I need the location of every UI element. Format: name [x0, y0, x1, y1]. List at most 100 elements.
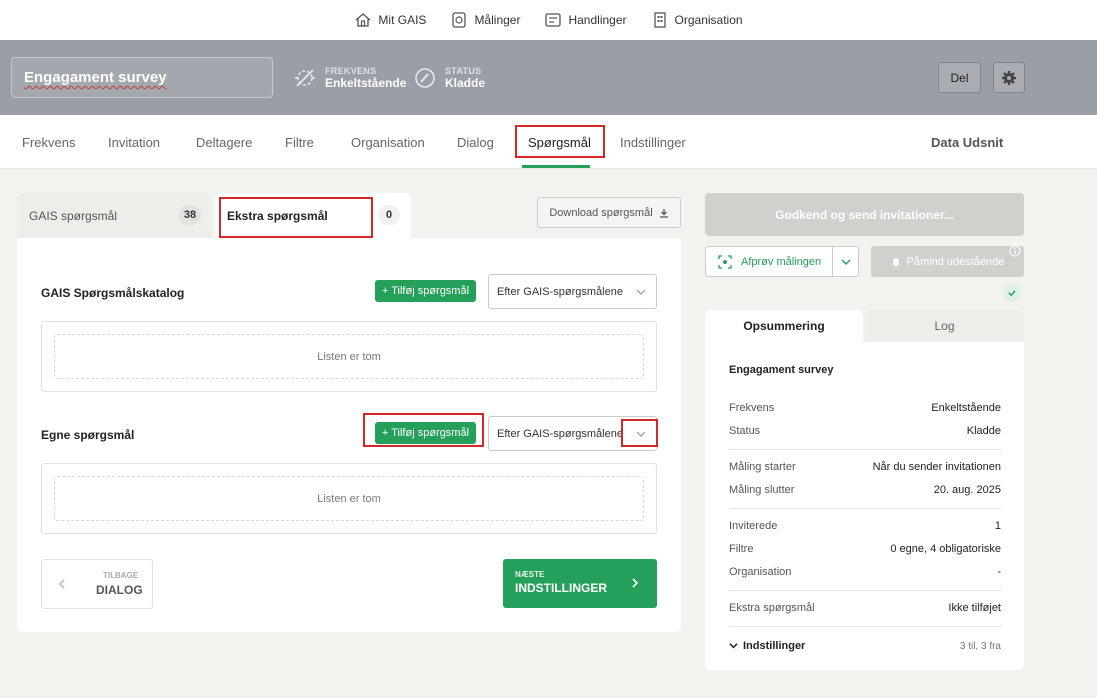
survey-title-input[interactable]: Engagament survey	[11, 57, 273, 98]
nav-item-label: Handlinger	[568, 13, 627, 27]
survey-icon	[452, 12, 467, 28]
select-value: Efter GAIS-spørgsmålene	[497, 427, 623, 440]
count-badge: 0	[378, 205, 400, 225]
summary-value: Kladde	[966, 425, 1001, 437]
tab-deltagere[interactable]: Deltagere	[196, 135, 252, 150]
tab-summary[interactable]: Opsummering	[705, 310, 863, 342]
status-label: STATUS	[445, 66, 482, 76]
summary-row: Filtre 0 egne, 4 obligatoriske	[729, 543, 1001, 555]
settings-button[interactable]	[993, 62, 1025, 93]
summary-key: Ekstra spørgsmål	[729, 602, 815, 614]
nav-item-handlinger[interactable]: Handlinger	[544, 11, 627, 29]
frequency-icon	[295, 69, 315, 87]
chevron-left-icon	[59, 579, 65, 589]
divider	[729, 508, 1001, 509]
data-extract-link[interactable]: Data Udsnit	[931, 135, 1003, 150]
next-settings-button[interactable]: NÆSTE INDSTILLINGER	[503, 559, 657, 608]
tab-filtre[interactable]: Filtre	[285, 135, 314, 150]
bell-icon	[891, 258, 900, 267]
summary-value: 0 egne, 4 obligatoriske	[890, 543, 1001, 555]
empty-list-placeholder: Listen er tom	[54, 476, 644, 521]
settings-expander[interactable]: Indstillinger 3 til, 3 fra	[729, 639, 1001, 652]
summary-value: 20. aug. 2025	[933, 484, 1001, 496]
remind-outstanding-button[interactable]: Påmind udestående	[871, 245, 1024, 277]
summary-row: Organisation -	[729, 566, 1001, 578]
tab-frekvens[interactable]: Frekvens	[22, 135, 75, 150]
catalog-title: GAIS Spørgsmålskatalog	[41, 286, 185, 300]
back-big-label: DIALOG	[96, 583, 143, 597]
count-badge: 38	[179, 205, 201, 225]
tab-invitation[interactable]: Invitation	[108, 135, 160, 150]
approve-send-button[interactable]: Godkend og send invitationer...	[705, 193, 1024, 236]
divider	[729, 449, 1001, 450]
own-questions-title: Egne spørgsmål	[41, 428, 135, 442]
home-icon	[355, 13, 371, 27]
tab-log[interactable]: Log	[865, 310, 1024, 342]
download-icon	[659, 208, 668, 218]
settings-expander-label-wrap: Indstillinger	[729, 639, 805, 652]
tab-organisation[interactable]: Organisation	[351, 135, 425, 150]
summary-value: -	[997, 566, 1001, 578]
summary-key: Status	[729, 425, 761, 437]
own-questions-list: Listen er tom	[41, 463, 657, 534]
summary-row: Status Kladde	[729, 425, 1001, 437]
chevron-down-icon	[636, 289, 646, 295]
check-status-indicator	[1003, 284, 1021, 302]
summary-value: 1	[994, 520, 1001, 532]
eye-scan-icon	[718, 255, 732, 269]
tab-indstillinger[interactable]: Indstillinger	[620, 135, 686, 150]
highlight-box	[363, 413, 484, 447]
next-small-label: NÆSTE	[515, 570, 545, 579]
summary-key: Inviterede	[729, 520, 778, 532]
info-icon	[1009, 245, 1021, 257]
split-divider	[832, 247, 833, 276]
nav-item-label: Mit GAIS	[378, 13, 427, 27]
summary-key: Filtre	[729, 543, 754, 555]
top-navigation: Mit GAIS Målinger Handlinger Organisatio…	[0, 0, 1097, 40]
chevron-down-icon[interactable]	[841, 257, 851, 267]
nav-item-mit-gais[interactable]: Mit GAIS	[354, 11, 426, 29]
divider	[729, 626, 1001, 627]
subtab-gais-questions[interactable]: GAIS spørgsmål 38	[17, 193, 211, 238]
highlight-box	[621, 419, 658, 447]
try-survey-button[interactable]: Afprøv målingen	[705, 246, 859, 277]
back-dialog-button[interactable]: TILBAGE DIALOG	[41, 559, 153, 609]
catalog-placement-select[interactable]: Efter GAIS-spørgsmålene	[488, 274, 657, 309]
check-icon	[1008, 290, 1016, 297]
share-button[interactable]: Del	[938, 62, 981, 93]
catalog-list: Listen er tom	[41, 321, 657, 392]
active-tab-indicator	[522, 165, 590, 168]
summary-value: Enkeltstående	[931, 402, 1001, 414]
tab-dialog[interactable]: Dialog	[457, 135, 494, 150]
frequency-label: FREKVENS	[325, 66, 377, 76]
summary-panel: Engagament survey Frekvens Enkeltstående …	[705, 342, 1024, 670]
pencil-circle-icon	[415, 68, 435, 88]
status-meta: STATUS Kladde	[413, 66, 485, 90]
highlight-box	[219, 197, 373, 238]
add-catalog-question-button[interactable]: + Tilføj spørgsmål	[375, 280, 476, 302]
nav-item-label: Målinger	[474, 13, 521, 27]
summary-key: Måling starter	[729, 461, 796, 473]
divider	[729, 590, 1001, 591]
summary-value: Ikke tilføjet	[948, 602, 1001, 614]
summary-key: Organisation	[729, 566, 792, 578]
remind-label: Påmind udestående	[906, 255, 1005, 268]
summary-row: Frekvens Enkeltstående	[729, 402, 1001, 414]
select-value: Efter GAIS-spørgsmålene	[497, 285, 623, 298]
chevron-down-icon	[729, 643, 738, 649]
download-questions-button[interactable]: Download spørgsmål	[537, 197, 681, 228]
summary-value: Når du sender invitationen	[872, 461, 1001, 473]
chevron-right-icon	[632, 578, 639, 588]
subtab-label: GAIS spørgsmål	[29, 209, 118, 223]
nav-item-organisation[interactable]: Organisation	[651, 11, 743, 29]
building-icon	[653, 12, 666, 28]
gear-icon	[1002, 70, 1016, 85]
nav-item-malinger[interactable]: Målinger	[450, 11, 520, 29]
settings-value: 3 til, 3 fra	[959, 641, 1001, 652]
back-small-label: TILBAGE	[103, 571, 139, 580]
frequency-value: Enkeltstående	[325, 76, 407, 90]
next-big-label: INDSTILLINGER	[515, 581, 607, 595]
summary-row: Ekstra spørgsmål Ikke tilføjet	[729, 602, 1001, 614]
nav-item-label: Organisation	[674, 13, 743, 27]
summary-row: Måling slutter 20. aug. 2025	[729, 484, 1001, 496]
